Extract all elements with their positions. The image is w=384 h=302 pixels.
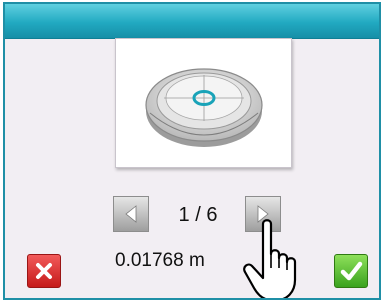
dialog-window: 1 / 6 0.01768 m	[3, 2, 381, 300]
checkmark-icon	[340, 261, 363, 281]
hand-pointer-icon	[243, 219, 297, 298]
confirm-button[interactable]	[334, 254, 368, 288]
close-icon	[36, 263, 52, 279]
title-bar	[5, 4, 379, 39]
level-gauge-icon	[145, 68, 263, 147]
previous-button[interactable]	[113, 196, 149, 232]
page-indicator: 1 / 6	[178, 204, 218, 226]
preview-card	[115, 38, 292, 168]
cancel-button[interactable]	[27, 254, 61, 288]
chevron-left-icon	[125, 205, 137, 223]
